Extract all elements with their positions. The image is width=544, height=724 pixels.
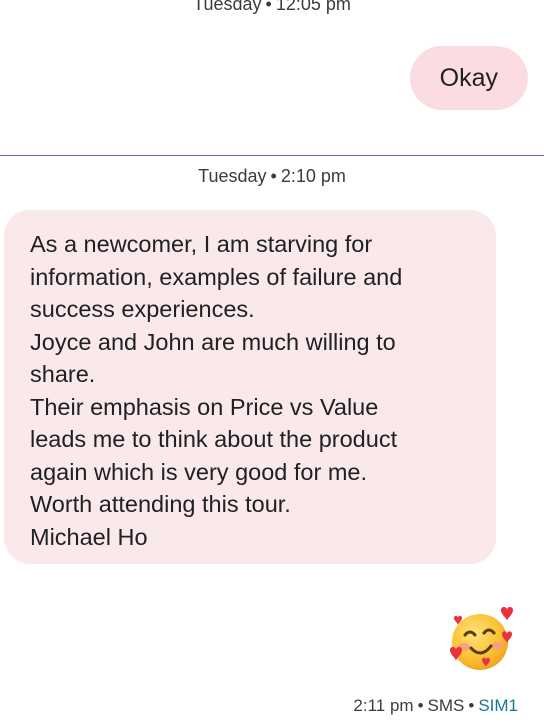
- outgoing-message-bubble[interactable]: Okay: [409, 46, 528, 110]
- timestamp-separator: •: [265, 0, 272, 14]
- message-signature: Michael Ho: [30, 523, 148, 550]
- status-channel: SMS: [427, 696, 465, 715]
- message-line: share.: [30, 361, 96, 387]
- new-messages-divider: [0, 155, 544, 156]
- message-line: As a newcomer, I am starving for: [30, 231, 373, 257]
- status-time: 2:11 pm: [353, 696, 414, 715]
- incoming-message-bubble[interactable]: As a newcomer, I am starving for informa…: [4, 210, 496, 564]
- timestamp-time: 2:10 pm: [280, 166, 346, 186]
- smiling-face-with-hearts-icon[interactable]: [444, 604, 518, 674]
- message-line: again which is very good for me.: [30, 458, 367, 485]
- status-sim: SIM1: [478, 696, 518, 715]
- message-line: Worth attending this tour.: [30, 491, 291, 517]
- message-line: Their emphasis on Price vs Value: [30, 393, 379, 420]
- message-line: leads me to think about the product: [30, 426, 398, 452]
- timestamp-header: Tuesday • 2:10 pm: [0, 166, 544, 187]
- outgoing-message-text: Okay: [439, 63, 498, 92]
- timestamp-time: 12:05 pm: [275, 0, 351, 14]
- conversation-screen: Tuesday • 12:05 pm Okay Tuesday • 2:10 pm As…: [0, 0, 544, 724]
- message-status: 2:11 pm • SMS • SIM1: [353, 696, 518, 716]
- timestamp-header-top: Tuesday • 12:05 pm: [0, 0, 544, 15]
- timestamp-day: Tuesday: [198, 166, 267, 186]
- message-line: Joyce and John are much willing to: [30, 328, 396, 355]
- message-line: information, examples of failure and: [30, 263, 403, 290]
- message-line: success experiences.: [30, 296, 255, 322]
- status-separator: •: [417, 696, 424, 715]
- timestamp-day: Tuesday: [193, 0, 262, 14]
- timestamp-separator: •: [270, 166, 277, 186]
- status-separator: •: [468, 696, 475, 715]
